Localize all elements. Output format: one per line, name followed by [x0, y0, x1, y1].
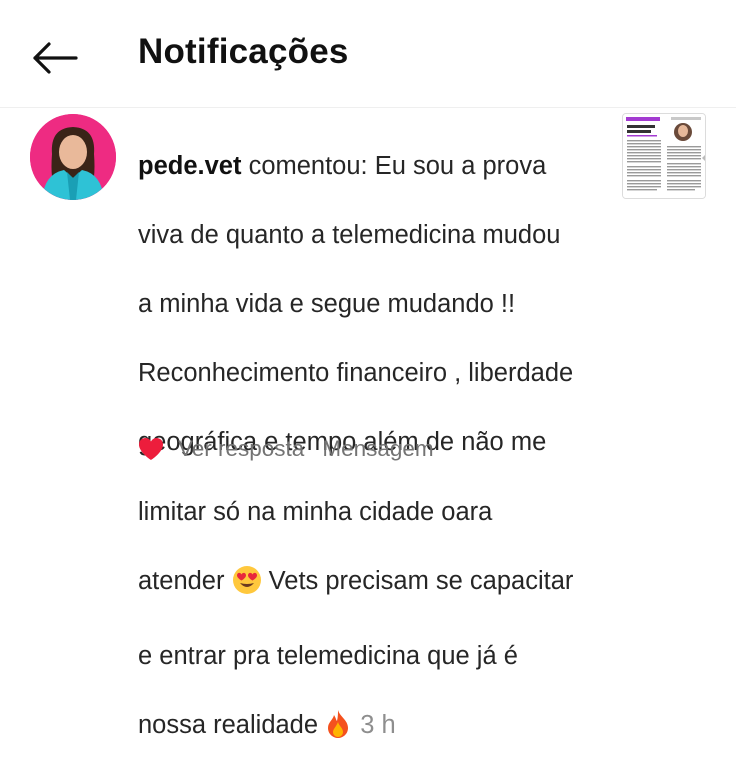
notification-item[interactable]: pede.vet comentou: Eu sou a prova viva d…: [0, 108, 736, 739]
avatar-photo: [30, 114, 116, 200]
timestamp: 3 h: [360, 711, 396, 740]
comment-line: viva de quanto a telemedicina mudou: [138, 220, 561, 249]
message-button[interactable]: Mensagem: [322, 436, 433, 462]
username[interactable]: pede.vet: [138, 152, 241, 180]
comment-line: Eu sou a prova: [367, 151, 547, 180]
comment-line: nossa realidade: [138, 711, 326, 740]
action-text: comentou:: [248, 151, 368, 180]
post-thumbnail-icon: [623, 114, 705, 198]
heart-icon[interactable]: [138, 437, 164, 461]
comment-line: Reconhecimento financeiro , liberdade: [138, 359, 574, 388]
post-thumbnail[interactable]: [622, 113, 706, 199]
arrow-left-icon: [33, 42, 78, 74]
comment-line: e entrar pra telemedicina que já é: [138, 641, 518, 670]
comment-line: atender: [138, 566, 232, 595]
comment-line: a minha vida e segue mudando !!: [138, 289, 516, 318]
comment-line: limitar só na minha cidade oara: [138, 497, 493, 526]
top-bar: Notificações: [0, 0, 736, 108]
fire-emoji: [325, 709, 351, 749]
page-title: Notificações: [138, 32, 349, 71]
view-reply-button[interactable]: Ver resposta: [178, 436, 304, 462]
heart-eyes-emoji: [232, 565, 262, 605]
comment-line: Vets precisam se capacitar: [261, 566, 574, 595]
avatar[interactable]: [30, 114, 116, 200]
notification-actions: Ver resposta Mensagem: [138, 434, 452, 464]
back-button[interactable]: [26, 30, 82, 86]
